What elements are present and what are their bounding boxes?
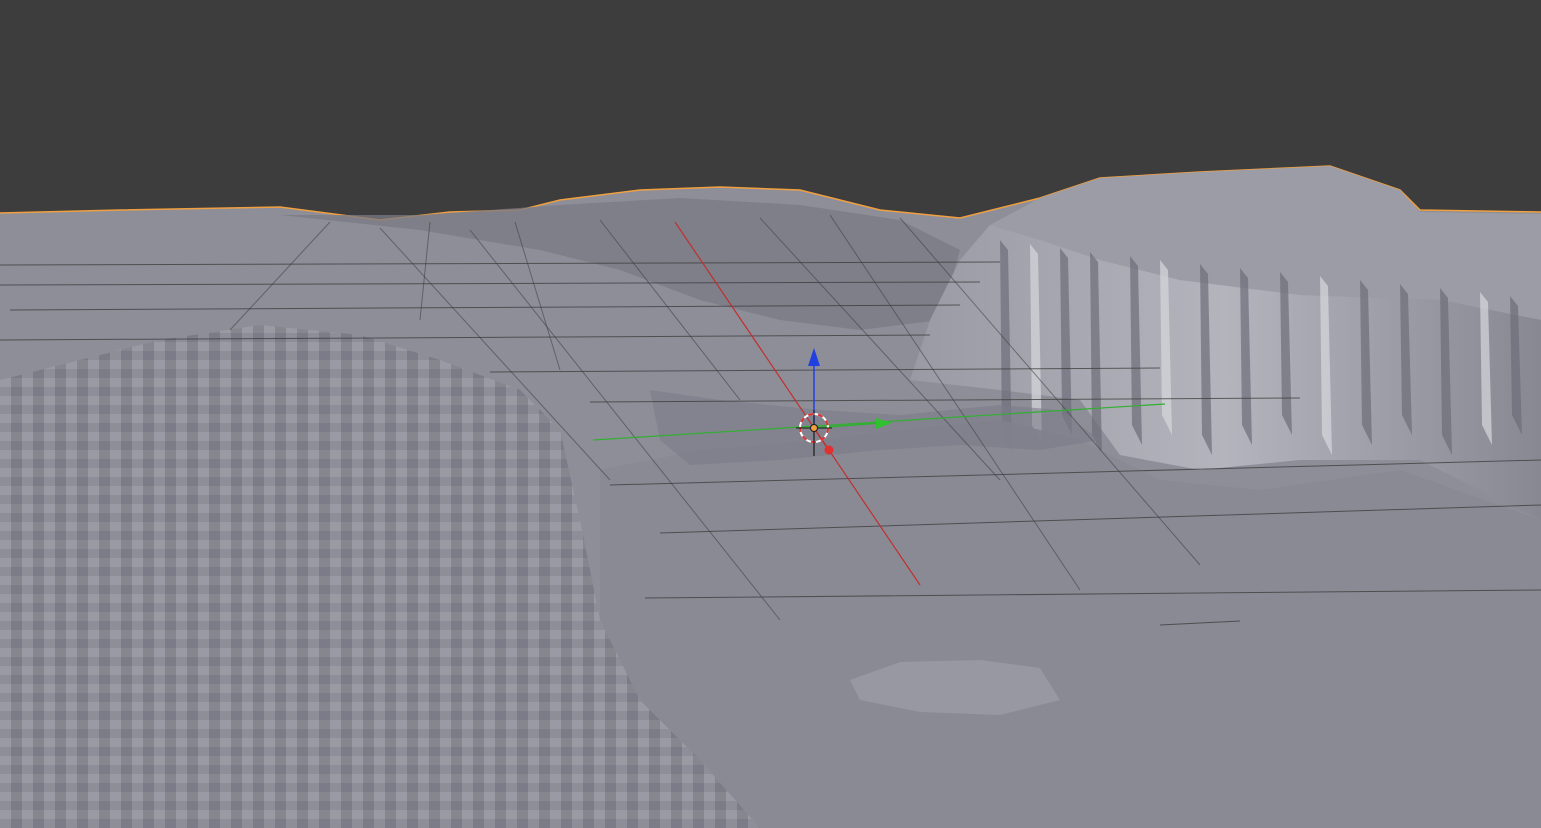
object-origin-icon[interactable] bbox=[810, 424, 818, 432]
gizmo-x-handle[interactable] bbox=[824, 445, 834, 455]
3d-viewport[interactable] bbox=[0, 0, 1541, 828]
viewport-scene[interactable] bbox=[0, 0, 1541, 828]
